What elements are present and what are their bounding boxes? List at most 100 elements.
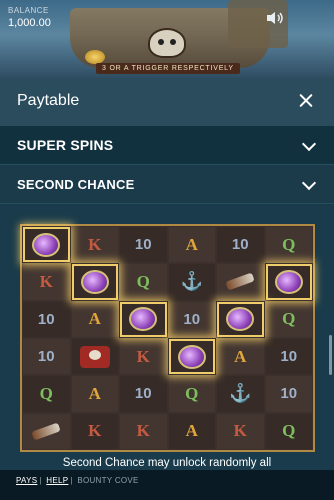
card-symbol: K (119, 337, 168, 376)
card-symbol: Q (119, 263, 168, 301)
skull-emblem-icon (150, 30, 184, 56)
card-symbol: Q (264, 226, 313, 264)
card-symbol: A (70, 300, 119, 338)
card-symbol-label: K (136, 346, 150, 366)
footer-bar (0, 470, 334, 500)
gem-symbol-icon (264, 263, 313, 301)
card-symbol-label: A (88, 383, 101, 403)
game-name-label: BOUNTY COVE (77, 476, 139, 485)
telescope-symbol-icon (22, 412, 71, 450)
card-symbol: Q (264, 412, 313, 450)
card-symbol-label: A (88, 309, 101, 329)
card-symbol: A (70, 375, 119, 413)
section-second-chance[interactable]: SECOND CHANCE (0, 165, 334, 204)
close-icon[interactable] (296, 91, 316, 111)
paytable-title: Paytable (17, 92, 80, 109)
purple-gem-icon (32, 232, 61, 257)
footer-divider: | (70, 476, 73, 485)
card-symbol: K (70, 226, 119, 264)
card-symbol: Q (264, 300, 313, 338)
anchor-symbol-icon: ⚓ (167, 263, 216, 301)
card-symbol-label: A (185, 421, 198, 441)
pirate-icon (79, 345, 110, 368)
card-symbol-label: Q (185, 383, 199, 403)
purple-gem-icon (177, 344, 206, 369)
card-symbol-label: 10 (134, 236, 152, 254)
card-symbol-label: K (233, 421, 247, 441)
card-symbol-label: 10 (231, 236, 249, 254)
card-symbol-label: A (185, 234, 198, 254)
help-link[interactable]: HELP (46, 476, 68, 485)
scrollbar[interactable] (329, 335, 332, 375)
pirate-symbol-icon (70, 337, 119, 376)
gem-symbol-icon (70, 263, 119, 301)
card-symbol: Q (22, 375, 71, 413)
game-background: 3 OR A TRIGGER RESPECTIVELY BALANCE 1,00… (0, 0, 334, 78)
card-symbol-label: 10 (37, 310, 55, 328)
card-symbol-label: K (88, 234, 102, 254)
section-super-spins[interactable]: SUPER SPINS (0, 126, 334, 165)
card-symbol-label: Q (282, 234, 296, 254)
card-symbol: K (70, 412, 119, 450)
footer-divider: | (39, 476, 42, 485)
card-symbol-label: 10 (37, 348, 55, 366)
card-symbol: 10 (264, 337, 313, 376)
card-symbol-label: K (88, 421, 102, 441)
anchor-icon: ⚓ (180, 271, 203, 292)
pays-link[interactable]: PAYS (16, 476, 37, 485)
card-symbol: 10 (22, 300, 71, 338)
card-symbol-label: 10 (134, 385, 152, 403)
second-chance-content: K 10 A 10 Q K Q ⚓ 10 A 10 Q 10 K A 10 Q A 10 Q ⚓ 10 K K A K Q Seco… (0, 205, 334, 500)
game-banner: 3 OR A TRIGGER RESPECTIVELY (96, 63, 240, 74)
balance-label: BALANCE (8, 6, 49, 15)
card-symbol-label: Q (282, 309, 296, 329)
card-symbol-label: Q (39, 383, 53, 403)
card-symbol: K (22, 263, 71, 301)
card-symbol-label: 10 (183, 310, 201, 328)
gem-symbol-icon (167, 337, 216, 376)
reel-grid-illustration: K 10 A 10 Q K Q ⚓ 10 A 10 Q 10 K A 10 Q A 10 Q ⚓ 10 K K A K Q (20, 224, 315, 452)
footer-links: PAYS | HELP | BOUNTY COVE (16, 476, 141, 485)
second-chance-caption: Second Chance may unlock randomly all (62, 457, 272, 469)
purple-gem-icon (129, 307, 158, 332)
purple-gem-icon (274, 269, 303, 294)
purple-gem-icon (226, 307, 255, 332)
card-symbol: 10 (264, 375, 313, 413)
section-label-super-spins: SUPER SPINS (17, 137, 114, 153)
coin-icon (85, 50, 105, 64)
card-symbol-label: K (39, 271, 53, 291)
gem-symbol-icon (119, 300, 168, 338)
card-symbol: K (216, 412, 265, 450)
card-symbol-label: Q (282, 421, 296, 441)
card-symbol-label: K (136, 421, 150, 441)
chevron-down-icon (301, 175, 317, 191)
telescope-symbol-icon (216, 263, 265, 301)
card-symbol-label: 10 (280, 385, 298, 403)
paytable-header: Paytable (0, 78, 334, 126)
gem-symbol-icon (216, 300, 265, 338)
section-label-second-chance: SECOND CHANCE (17, 177, 135, 192)
telescope-icon (225, 272, 255, 292)
balance-value: 1,000.00 (8, 17, 51, 29)
purple-gem-icon (80, 269, 109, 294)
speaker-icon[interactable] (266, 11, 284, 25)
card-symbol: 10 (22, 337, 71, 376)
card-symbol: A (167, 226, 216, 264)
anchor-symbol-icon: ⚓ (216, 375, 265, 413)
chevron-down-icon (301, 136, 317, 152)
card-symbol: 10 (119, 226, 168, 264)
card-symbol-label: A (234, 346, 247, 366)
anchor-icon: ⚓ (229, 383, 252, 404)
card-symbol: Q (167, 375, 216, 413)
card-symbol: A (216, 337, 265, 376)
paytable-panel: Paytable SUPER SPINS SECOND CHANCE K 10 A 1… (0, 78, 334, 500)
card-symbol-label: Q (136, 271, 150, 291)
card-symbol: 10 (167, 300, 216, 338)
gem-symbol-icon (22, 226, 71, 264)
card-symbol: A (167, 412, 216, 450)
card-symbol: 10 (216, 226, 265, 264)
card-symbol: 10 (119, 375, 168, 413)
card-symbol-label: 10 (280, 348, 298, 366)
telescope-icon (31, 422, 61, 441)
card-symbol: K (119, 412, 168, 450)
